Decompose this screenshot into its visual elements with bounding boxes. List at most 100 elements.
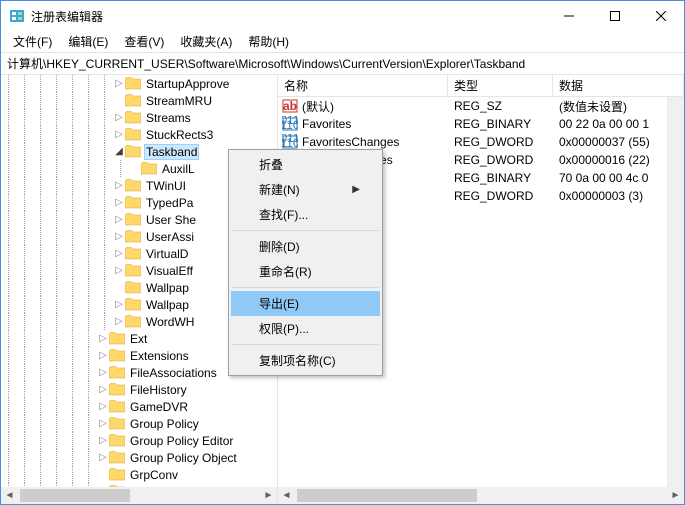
tree-node-label: FileAssociations (128, 366, 219, 380)
folder-icon (109, 366, 125, 379)
scroll-thumb[interactable] (20, 489, 130, 502)
scroll-left-button[interactable]: ◄ (1, 487, 18, 504)
tree-node-label: StuckRects3 (144, 128, 215, 142)
chevron-right-icon: ▶ (352, 184, 360, 195)
tree-node-label: StartupApprove (144, 77, 231, 91)
ctx-permissions[interactable]: 权限(P)... (231, 316, 380, 341)
tree-node[interactable]: ▷Group Policy Editor (1, 432, 277, 449)
tree-node-label: Group Policy Object (128, 451, 239, 465)
ctx-rename[interactable]: 重命名(R) (231, 259, 380, 284)
collapsed-icon[interactable]: ▷ (113, 248, 125, 259)
scroll-left-button[interactable]: ◄ (278, 487, 295, 504)
tree-node[interactable]: ▷ StartupApprove (1, 75, 277, 92)
folder-icon (125, 247, 141, 260)
tree-node-label: User She (144, 213, 198, 227)
tree-node[interactable]: ▷ FileHistory (1, 381, 277, 398)
col-type[interactable]: 类型 (448, 75, 553, 96)
folder-icon (109, 383, 125, 396)
list-scrollbar-h[interactable]: ◄ ► (278, 487, 684, 504)
folder-icon (109, 451, 125, 464)
ctx-find[interactable]: 查找(F)... (231, 202, 380, 227)
folder-icon (125, 94, 141, 107)
maximize-button[interactable] (592, 1, 638, 31)
collapsed-icon[interactable]: ▷ (113, 214, 125, 225)
ctx-export[interactable]: 导出(E) (231, 291, 380, 316)
tree-node-label: TWinUI (144, 179, 188, 193)
tree-node[interactable]: StreamMRU (1, 92, 277, 109)
expanded-icon[interactable]: ◢ (113, 146, 125, 157)
scroll-track[interactable] (18, 487, 260, 504)
list-scrollbar-v[interactable] (667, 97, 684, 487)
tree-node[interactable]: ▷ Streams (1, 109, 277, 126)
tree-node-label: Streams (144, 111, 193, 125)
tree-node-label: FileHistory (128, 383, 189, 397)
ctx-copy-key-name[interactable]: 复制项名称(C) (231, 348, 380, 373)
collapsed-icon[interactable]: ▷ (113, 180, 125, 191)
value-type: REG_BINARY (448, 171, 553, 185)
tree-node-label: AuxilL (160, 162, 197, 176)
collapsed-icon[interactable]: ▷ (113, 265, 125, 276)
folder-icon (109, 400, 125, 413)
ctx-new[interactable]: 新建(N)▶ (231, 177, 380, 202)
address-text: 计算机\HKEY_CURRENT_USER\Software\Microsoft… (7, 55, 525, 72)
menu-favorites[interactable]: 收藏夹(A) (172, 31, 240, 52)
address-bar[interactable]: 计算机\HKEY_CURRENT_USER\Software\Microsoft… (1, 53, 684, 75)
menu-view[interactable]: 查看(V) (116, 31, 172, 52)
collapsed-icon[interactable]: ▷ (113, 197, 125, 208)
collapsed-icon[interactable]: ▷ (97, 401, 109, 412)
collapsed-icon[interactable]: ▷ (113, 129, 125, 140)
value-data: 70 0a 00 00 4c 0 (553, 171, 684, 185)
folder-icon (125, 264, 141, 277)
minimize-button[interactable] (546, 1, 592, 31)
collapsed-icon[interactable]: ▷ (97, 333, 109, 344)
menu-file[interactable]: 文件(F) (5, 31, 60, 52)
collapsed-icon[interactable]: ▷ (113, 231, 125, 242)
collapsed-icon[interactable]: ▷ (97, 367, 109, 378)
tree-node[interactable]: GrpConv (1, 466, 277, 483)
list-header: 名称 类型 数据 (278, 75, 684, 97)
collapsed-icon[interactable]: ▷ (113, 316, 125, 327)
collapsed-icon[interactable]: ▷ (113, 78, 125, 89)
tree-scrollbar-h[interactable]: ◄ ► (1, 487, 277, 504)
value-type: REG_SZ (448, 99, 553, 113)
collapsed-icon[interactable]: ▷ (113, 299, 125, 310)
value-name: Favorites (302, 117, 351, 131)
collapsed-icon[interactable]: ▷ (113, 112, 125, 123)
ctx-collapse[interactable]: 折叠 (231, 152, 380, 177)
value-type: REG_DWORD (448, 135, 553, 149)
collapsed-icon[interactable]: ▷ (97, 435, 109, 446)
close-button[interactable] (638, 1, 684, 31)
scroll-thumb[interactable] (297, 489, 477, 502)
tree-node[interactable]: ▷Group Policy (1, 415, 277, 432)
collapsed-icon[interactable]: ▷ (97, 350, 109, 361)
scroll-right-button[interactable]: ► (260, 487, 277, 504)
ctx-delete[interactable]: 删除(D) (231, 234, 380, 259)
value-row[interactable]: ab(默认)REG_SZ(数值未设置) (278, 97, 684, 115)
value-type: REG_DWORD (448, 189, 553, 203)
tree-node-label: Extensions (128, 349, 191, 363)
tree-context-menu: 折叠 新建(N)▶ 查找(F)... 删除(D) 重命名(R) 导出(E) 权限… (228, 149, 383, 376)
tree-node[interactable]: ▷ StuckRects3 (1, 126, 277, 143)
window-title: 注册表编辑器 (31, 8, 546, 25)
col-data[interactable]: 数据 (553, 75, 684, 96)
folder-icon (125, 128, 141, 141)
binary-value-icon: 011110 (282, 134, 298, 150)
scroll-track[interactable] (295, 487, 667, 504)
tree-node-label: UserAssi (144, 230, 196, 244)
tree-node[interactable]: ▷GameDVR (1, 398, 277, 415)
tree-node-label: TypedPa (144, 196, 195, 210)
collapsed-icon[interactable]: ▷ (97, 384, 109, 395)
ctx-separator (232, 287, 379, 288)
tree-node[interactable]: ▷ Group Policy Object (1, 449, 277, 466)
col-name[interactable]: 名称 (278, 75, 448, 96)
value-name: FavoritesChanges (302, 135, 399, 149)
folder-icon (125, 281, 141, 294)
menu-help[interactable]: 帮助(H) (240, 31, 297, 52)
menu-edit[interactable]: 编辑(E) (60, 31, 116, 52)
ctx-separator (232, 344, 379, 345)
value-row[interactable]: 011110FavoritesREG_BINARY00 22 0a 00 00 … (278, 115, 684, 133)
collapsed-icon[interactable]: ▷ (97, 452, 109, 463)
scroll-right-button[interactable]: ► (667, 487, 684, 504)
titlebar[interactable]: 注册表编辑器 (1, 1, 684, 31)
collapsed-icon[interactable]: ▷ (97, 418, 109, 429)
